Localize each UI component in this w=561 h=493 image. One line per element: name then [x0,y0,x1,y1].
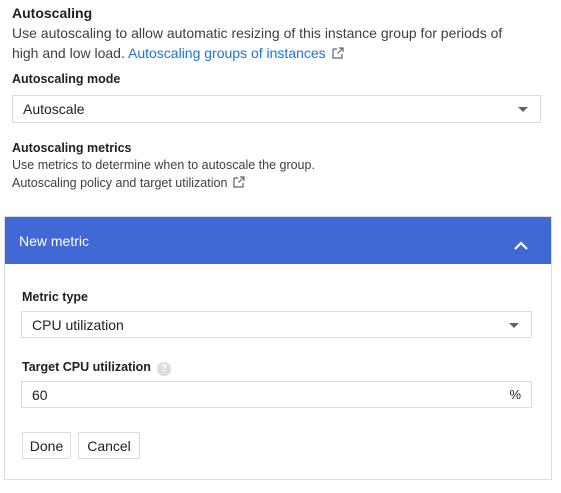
metric-type-value: CPU utilization [32,316,124,333]
percent-unit: % [509,387,521,402]
autoscaling-description-block: Use autoscaling to allow automatic resiz… [12,23,532,63]
autoscaling-groups-link[interactable]: Autoscaling groups of instances [128,45,344,61]
metric-type-label: Metric type [22,290,88,304]
target-cpu-value: 60 [32,386,48,403]
autoscaling-mode-label: Autoscaling mode [12,72,121,86]
autoscaling-metrics-label: Autoscaling metrics [12,141,132,155]
target-cpu-label: Target CPU utilization [22,360,151,374]
metric-type-select[interactable]: CPU utilization [21,311,532,338]
dropdown-caret-icon [518,107,528,112]
autoscaling-mode-value: Autoscale [23,101,85,117]
autoscaling-metrics-description: Use metrics to determine when to autosca… [12,158,315,172]
external-link-icon [332,47,344,59]
autoscaling-policy-link-text: Autoscaling policy and target utilizatio… [12,176,228,190]
new-metric-header-title: New metric [19,232,90,249]
autoscaling-mode-select[interactable]: Autoscale [12,95,541,123]
autoscaling-policy-link[interactable]: Autoscaling policy and target utilizatio… [12,175,246,192]
dropdown-caret-icon [509,322,519,328]
target-cpu-label-row: Target CPU utilization? [22,360,171,376]
chevron-up-icon[interactable] [513,238,529,254]
target-cpu-input[interactable]: 60 % [21,381,532,408]
new-metric-header[interactable]: New metric [5,217,551,264]
done-button[interactable]: Done [22,432,71,459]
cancel-button[interactable]: Cancel [78,432,140,459]
help-icon[interactable]: ? [156,362,171,376]
external-link-icon [233,176,246,188]
autoscaling-groups-link-text: Autoscaling groups of instances [128,45,326,61]
autoscaling-title: Autoscaling [12,5,93,21]
